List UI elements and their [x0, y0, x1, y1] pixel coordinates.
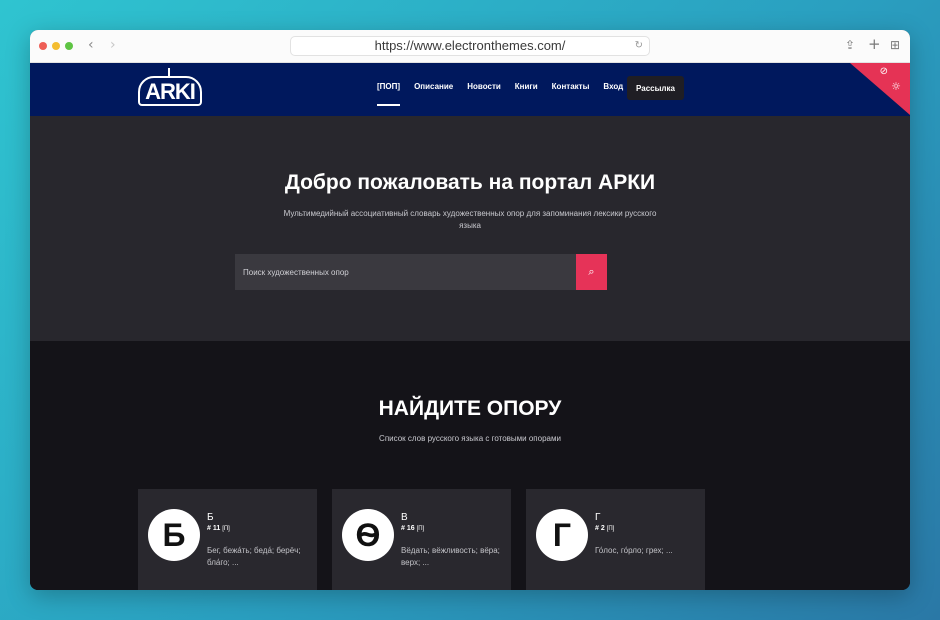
reload-icon[interactable]: ↻: [635, 37, 643, 55]
hero-section: Добро пожаловать на портал АРКИ Мультиме…: [30, 116, 910, 341]
search-icon: ⌕: [588, 265, 595, 278]
letter-glyph: Г: [536, 509, 588, 561]
card-count: # 2 [П]: [595, 525, 614, 532]
share-icon[interactable]: ⇪: [845, 38, 855, 52]
back-icon[interactable]: ‹: [88, 37, 94, 53]
letter-card[interactable]: Ѳ В # 16 [П] Вёдать; вёжливость; вёра; в…: [332, 489, 511, 590]
card-count-unit: [П]: [416, 526, 425, 532]
nav-item-news[interactable]: Новости: [467, 82, 501, 91]
search-input[interactable]: [235, 254, 575, 290]
card-count-unit: [П]: [606, 526, 615, 532]
browser-toolbar: ‹ › https://www.electronthemes.com/ ↻ ⇪ …: [30, 30, 910, 63]
nav-item-pop[interactable]: [ПОП]: [377, 82, 401, 106]
card-words: Вёдать; вёжливость; вёра; верх; ...: [401, 546, 500, 567]
nav-item-description[interactable]: Описание: [414, 82, 453, 91]
maximize-window-button[interactable]: [65, 42, 73, 50]
logo-antenna: [168, 68, 172, 76]
url-text: https://www.electronthemes.com/: [374, 38, 566, 53]
card-count: # 11 [П]: [207, 525, 230, 532]
find-section: НАЙДИТЕ ОПОРУ Список слов русского языка…: [30, 341, 910, 590]
tab-overview-icon[interactable]: ⊞: [890, 38, 900, 52]
card-letter: В: [401, 512, 408, 523]
section-subtitle: Список слов русского языка с готовыми оп…: [379, 434, 561, 443]
card-words: Го́лос, го́рло; грех; ...: [595, 546, 673, 555]
address-bar[interactable]: https://www.electronthemes.com/ ↻: [290, 36, 650, 56]
close-window-button[interactable]: [39, 42, 47, 50]
settings-icon[interactable]: ⊘: [880, 66, 888, 77]
browser-window: ‹ › https://www.electronthemes.com/ ↻ ⇪ …: [30, 30, 910, 590]
site-logo[interactable]: ARKI: [138, 76, 202, 106]
nav-item-contacts[interactable]: Контакты: [552, 82, 590, 91]
new-tab-icon[interactable]: +: [868, 35, 881, 53]
section-title: НАЙДИТЕ ОПОРУ: [378, 397, 562, 420]
card-words: Бег, бежа́ть; беда́; берёч; бла́го; ...: [207, 546, 301, 567]
main-nav: [ПОП] Описание Новости Книги Контакты Вх…: [377, 82, 623, 106]
letter-glyph: Б: [148, 509, 200, 561]
minimize-window-button[interactable]: [52, 42, 60, 50]
card-count-number: # 16: [401, 525, 415, 532]
card-count-number: # 2: [595, 525, 605, 532]
sun-icon[interactable]: ☼: [891, 80, 901, 93]
letter-card[interactable]: Г Г # 2 [П] Го́лос, го́рло; грех; ...: [526, 489, 705, 590]
card-count: # 16 [П]: [401, 525, 424, 532]
letter-cards: Б Б # 11 [П] Бег, бежа́ть; беда́; берёч;…: [138, 489, 705, 590]
hero-title: Добро пожаловать на портал АРКИ: [284, 171, 656, 194]
letter-glyph: Ѳ: [342, 509, 394, 561]
nav-item-books[interactable]: Книги: [515, 82, 538, 91]
subscribe-button[interactable]: Рассылка: [627, 76, 684, 100]
card-count-number: # 11: [207, 525, 221, 532]
forward-icon[interactable]: ›: [110, 37, 116, 53]
card-count-unit: [П]: [222, 526, 230, 532]
letter-card[interactable]: Б Б # 11 [П] Бег, бежа́ть; беда́; берёч;…: [138, 489, 317, 590]
card-letter: Б: [207, 512, 214, 523]
card-letter: Г: [595, 512, 601, 523]
site-header: ARKI [ПОП] Описание Новости Книги Контак…: [30, 63, 910, 116]
nav-item-login[interactable]: Вход: [603, 82, 623, 91]
search-button[interactable]: ⌕: [576, 254, 607, 290]
hero-subtitle: Мультимедийный ассоциативный словарь худ…: [283, 209, 657, 230]
search-box: ⌕: [235, 254, 607, 290]
